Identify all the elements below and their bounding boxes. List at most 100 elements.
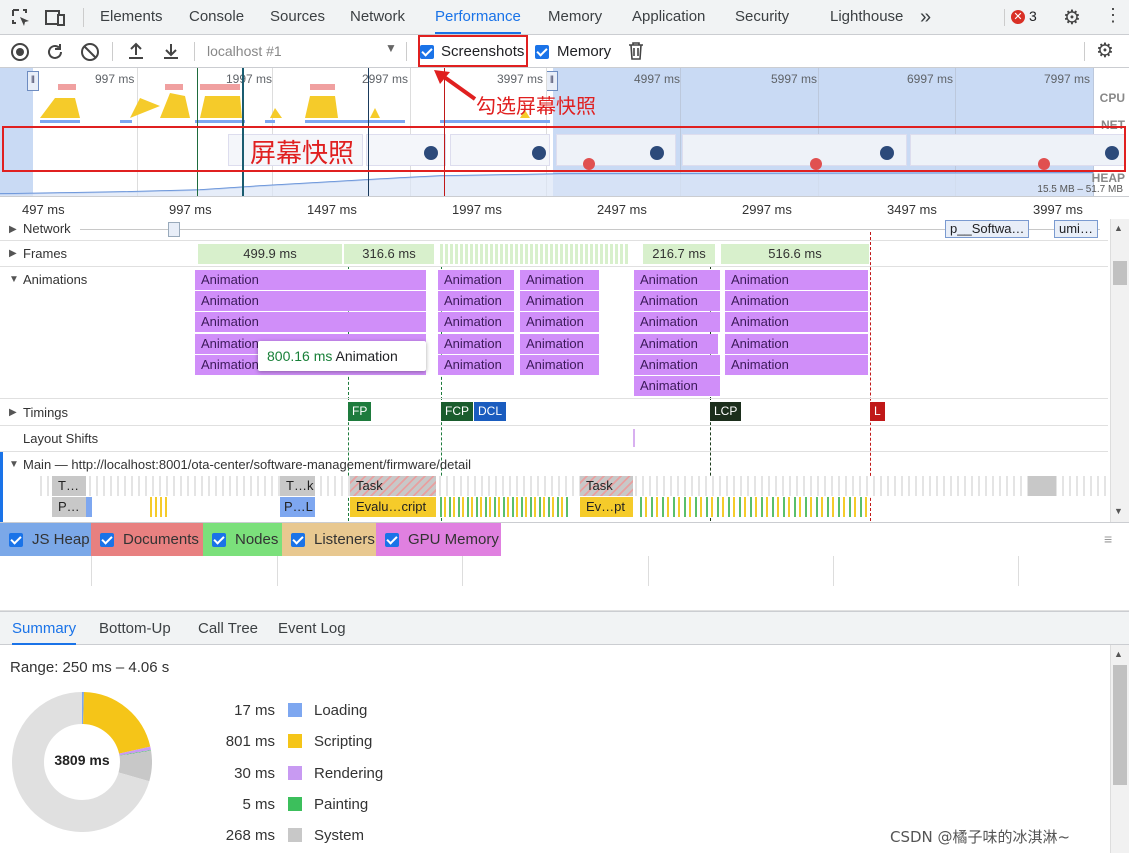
animation-bar[interactable]: Animation — [520, 355, 600, 375]
tab-elements[interactable]: Elements — [100, 0, 163, 34]
script-block[interactable]: Ev…pt — [580, 497, 633, 517]
timing-dcl[interactable]: DCL — [474, 402, 507, 421]
animations-track-label[interactable]: Animations — [23, 272, 87, 287]
timing-load[interactable]: L — [870, 402, 885, 421]
animation-bar[interactable]: Animation — [725, 291, 869, 311]
tab-event-log[interactable]: Event Log — [278, 612, 346, 645]
tab-sources[interactable]: Sources — [270, 0, 325, 34]
animation-bar[interactable]: Animation — [438, 270, 515, 290]
timing-lcp[interactable]: LCP — [710, 402, 742, 421]
error-count[interactable]: 3 — [1029, 8, 1037, 24]
scroll-up-icon[interactable]: ▲ — [1114, 223, 1123, 233]
task-block[interactable]: Task — [580, 476, 633, 496]
animation-bar[interactable]: Animation — [520, 291, 600, 311]
expand-arrow-icon[interactable]: ▶ — [9, 407, 17, 418]
animation-bar[interactable]: Animation — [725, 355, 869, 375]
main-thread-label[interactable]: Main — http://localhost:8001/ota-center/… — [23, 457, 471, 472]
frame-bar-group[interactable] — [440, 244, 630, 264]
collapse-arrow-icon[interactable]: ▼ — [9, 274, 19, 285]
tab-memory[interactable]: Memory — [548, 0, 602, 34]
network-request[interactable]: umi… — [1054, 220, 1098, 238]
listeners-toggle[interactable]: Listeners — [282, 523, 376, 557]
memory-label[interactable]: Memory — [557, 43, 611, 60]
tab-lighthouse[interactable]: Lighthouse — [830, 0, 903, 34]
scroll-down-icon[interactable]: ▼ — [1114, 506, 1123, 516]
timings-track-label[interactable]: Timings — [23, 405, 68, 420]
tab-security[interactable]: Security — [735, 0, 789, 34]
animation-bar[interactable]: Animation — [438, 291, 515, 311]
animation-bar[interactable]: Animation — [634, 312, 721, 332]
scrollbar-thumb[interactable] — [1113, 261, 1127, 285]
summary-scrollbar[interactable]: ▲ — [1110, 645, 1129, 853]
animation-bar[interactable]: Animation — [520, 312, 600, 332]
animation-bar[interactable]: Animation — [195, 312, 427, 332]
memory-checkbox[interactable] — [535, 45, 549, 59]
collapse-arrow-icon[interactable]: ▼ — [9, 459, 19, 470]
tab-console[interactable]: Console — [189, 0, 244, 34]
task-block[interactable]: Task — [350, 476, 436, 496]
animation-bar[interactable]: Animation — [195, 270, 427, 290]
flamechart-scrollbar[interactable]: ▲ ▼ — [1110, 219, 1129, 522]
animation-bar[interactable]: Animation — [438, 355, 515, 375]
gpu-memory-toggle[interactable]: GPU Memory — [376, 523, 501, 557]
animation-bar[interactable]: Animation — [634, 291, 721, 311]
frame-bar[interactable]: 516.6 ms — [721, 244, 869, 264]
animation-bar[interactable]: Animation — [634, 355, 721, 375]
task-sub-block[interactable]: P…L — [280, 497, 315, 517]
timing-fp[interactable]: FP — [348, 402, 372, 421]
documents-toggle[interactable]: Documents — [91, 523, 203, 557]
clear-icon[interactable] — [80, 42, 100, 62]
download-profile-icon[interactable] — [161, 41, 181, 61]
tab-network[interactable]: Network — [350, 0, 405, 34]
expand-arrow-icon[interactable]: ▶ — [9, 248, 17, 259]
timing-fcp[interactable]: FCP — [441, 402, 473, 421]
animation-bar[interactable]: Animation — [438, 312, 515, 332]
network-track-label[interactable]: Network — [23, 221, 71, 236]
scrollbar-thumb[interactable] — [1113, 665, 1127, 785]
js-heap-toggle[interactable]: JS Heap — [0, 523, 91, 557]
frames-track-label[interactable]: Frames — [23, 246, 67, 261]
task-block[interactable]: T…k — [280, 476, 315, 496]
frame-bar[interactable]: 216.7 ms — [643, 244, 715, 264]
upload-profile-icon[interactable] — [126, 41, 146, 61]
task-sub-block[interactable]: P… — [52, 497, 86, 517]
animation-bar[interactable]: Animation — [634, 376, 721, 396]
animation-bar[interactable]: Animation — [520, 334, 600, 354]
tab-summary[interactable]: Summary — [12, 612, 77, 645]
network-request[interactable] — [168, 222, 180, 237]
resize-handle-icon[interactable]: ≡ — [1104, 531, 1112, 547]
more-tabs-icon[interactable]: » — [920, 0, 931, 34]
animation-bar[interactable]: Animation — [725, 312, 869, 332]
animation-bar[interactable]: Animation — [725, 270, 869, 290]
capture-settings-gear-icon[interactable]: ⚙ — [1096, 38, 1114, 63]
reload-record-icon[interactable] — [45, 42, 65, 62]
scroll-up-icon[interactable]: ▲ — [1114, 649, 1123, 659]
animation-bar[interactable]: Animation — [634, 270, 721, 290]
animation-bar[interactable]: Animation — [520, 270, 600, 290]
settings-gear-icon[interactable]: ⚙ — [1063, 5, 1081, 30]
nodes-toggle[interactable]: Nodes — [203, 523, 282, 557]
frame-bar[interactable]: 316.6 ms — [344, 244, 434, 264]
trash-icon[interactable] — [627, 41, 645, 61]
expand-arrow-icon[interactable]: ▶ — [9, 224, 17, 235]
task-block[interactable]: T… — [52, 476, 86, 496]
more-options-icon[interactable]: ⋮ — [1104, 5, 1122, 26]
network-request[interactable]: p__Softwa… — [945, 220, 1029, 238]
animation-bar[interactable]: Animation — [195, 291, 427, 311]
layout-shifts-label[interactable]: Layout Shifts — [23, 431, 98, 446]
device-toolbar-icon[interactable] — [44, 7, 66, 29]
tab-bottom-up[interactable]: Bottom-Up — [99, 612, 171, 645]
animation-bar[interactable]: Animation — [634, 334, 719, 354]
script-block[interactable]: Evalu…cript — [350, 497, 436, 517]
frame-bar[interactable]: 499.9 ms — [198, 244, 342, 264]
error-icon[interactable]: ✕ — [1011, 10, 1025, 24]
record-icon[interactable] — [10, 42, 30, 62]
target-select[interactable]: localhost #1 — [207, 43, 282, 59]
tab-call-tree[interactable]: Call Tree — [198, 612, 258, 645]
tab-application[interactable]: Application — [632, 0, 705, 34]
tab-performance[interactable]: Performance — [435, 0, 521, 34]
inspect-element-icon[interactable] — [10, 7, 32, 29]
animation-bar[interactable]: Animation — [725, 334, 869, 354]
animation-bar[interactable]: Animation — [438, 334, 515, 354]
chevron-down-icon[interactable]: ▼ — [385, 41, 397, 55]
